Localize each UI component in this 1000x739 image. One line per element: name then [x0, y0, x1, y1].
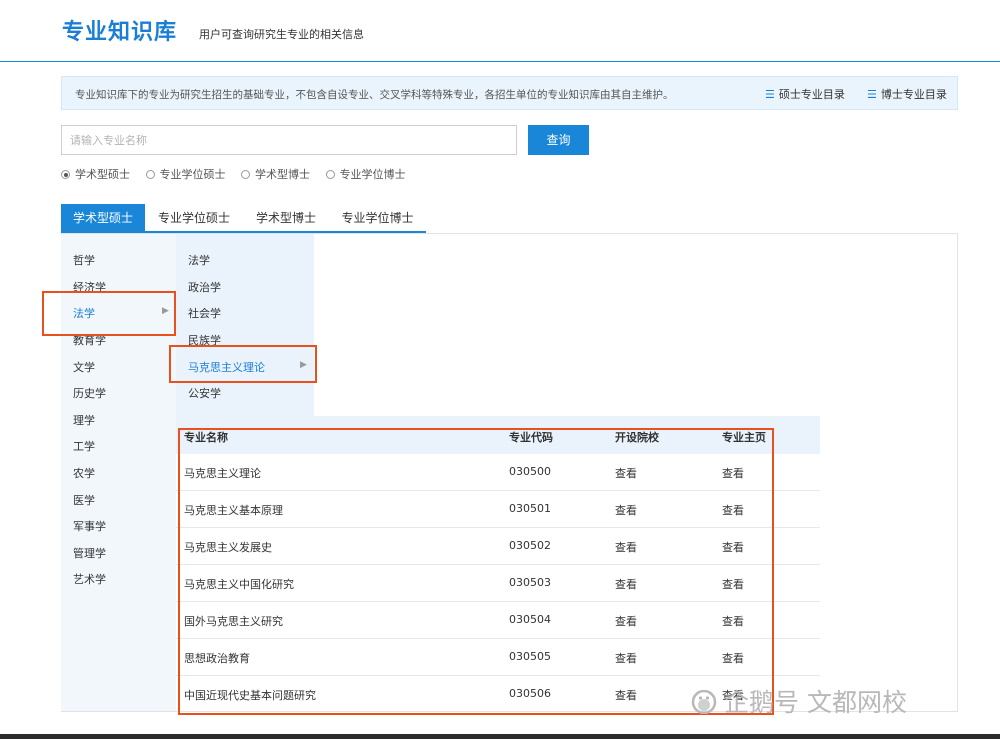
table-header: 专业名称 专业代码 开设院校 专业主页 [176, 416, 820, 454]
search-input[interactable] [61, 125, 517, 155]
radio-professional-doctor[interactable]: 专业学位博士 [325, 166, 406, 182]
penguin-icon [691, 690, 717, 714]
radio-academic-doctor[interactable]: 学术型博士 [241, 166, 310, 182]
major-code: 030505 [509, 650, 551, 663]
bottom-bar [0, 734, 1000, 739]
brand-title[interactable]: 专业知识库 [62, 14, 177, 46]
category-item[interactable]: 军事学 [73, 518, 106, 534]
category-item[interactable]: 文学 [73, 359, 95, 375]
radio-label: 专业学位硕士 [159, 168, 226, 181]
major-name: 中国近现代史基本问题研究 [184, 689, 316, 702]
view-homepage-link[interactable]: 查看 [722, 613, 744, 629]
view-homepage-link[interactable]: 查看 [722, 502, 744, 518]
category-item-active[interactable]: 法学 [73, 305, 95, 321]
column-header-name: 专业名称 [184, 431, 228, 444]
radio-dot [61, 170, 70, 179]
search-button[interactable]: 查询 [528, 125, 589, 155]
major-code: 030503 [509, 576, 551, 589]
major-name: 国外马克思主义研究 [184, 615, 283, 628]
subcategory-item-active[interactable]: 马克思主义理论 [188, 359, 265, 375]
category-item[interactable]: 医学 [73, 492, 95, 508]
view-homepage-link[interactable]: 查看 [722, 539, 744, 555]
column-header-homepage: 专业主页 [722, 431, 766, 444]
tab-academic-doctor[interactable]: 学术型博士 [243, 204, 329, 233]
radio-label: 专业学位博士 [339, 168, 406, 181]
category-item[interactable]: 艺术学 [73, 571, 106, 587]
subcategory-item[interactable]: 公安学 [188, 385, 221, 401]
notice-text: 专业知识库下的专业为研究生招生的基础专业，不包含自设专业、交叉学科等特殊专业，各… [75, 89, 674, 101]
major-name: 马克思主义发展史 [184, 541, 272, 554]
radio-dot [241, 170, 250, 179]
view-homepage-link[interactable]: 查看 [722, 576, 744, 592]
radio-dot [145, 170, 155, 179]
subcategory-item[interactable]: 政治学 [188, 279, 221, 295]
category-item[interactable]: 教育学 [73, 332, 106, 348]
category-item[interactable]: 历史学 [73, 385, 106, 401]
category-item[interactable]: 经济学 [73, 279, 106, 295]
master-catalog-label: 硕士专业目录 [778, 88, 845, 101]
major-name: 思想政治教育 [184, 652, 250, 665]
master-catalog-link[interactable]: ☰ 硕士专业目录 [765, 86, 845, 102]
view-schools-link[interactable]: 查看 [615, 650, 637, 666]
tab-professional-doctor[interactable]: 专业学位博士 [329, 204, 426, 233]
table-row: 马克思主义基本原理 030501 查看 查看 [176, 491, 820, 528]
view-homepage-link[interactable]: 查看 [722, 465, 744, 481]
list-icon: ☰ [867, 88, 877, 101]
category-item[interactable]: 农学 [73, 465, 95, 481]
table-row: 思想政治教育 030505 查看 查看 [176, 639, 820, 676]
caret-right-icon: ▶ [300, 360, 307, 370]
list-icon: ☰ [765, 88, 775, 101]
radio-dot [325, 170, 335, 179]
subcategory-item[interactable]: 法学 [188, 252, 210, 268]
view-schools-link[interactable]: 查看 [615, 539, 637, 555]
radio-label: 学术型硕士 [75, 168, 130, 181]
view-homepage-link[interactable]: 查看 [722, 650, 744, 666]
major-name: 马克思主义理论 [184, 467, 261, 480]
doctor-catalog-label: 博士专业目录 [880, 88, 947, 101]
doctor-catalog-link[interactable]: ☰ 博士专业目录 [867, 86, 947, 102]
column-header-schools: 开设院校 [615, 431, 659, 444]
radio-academic-master[interactable]: 学术型硕士 [61, 166, 130, 182]
major-code: 030504 [509, 613, 551, 626]
degree-radio-group: 学术型硕士 专业学位硕士 学术型博士 专业学位博士 [61, 166, 418, 182]
category-item[interactable]: 工学 [73, 438, 95, 454]
major-code: 030502 [509, 539, 551, 552]
subcategory-list: 法学 政治学 社会学 民族学 马克思主义理论 公安学 [176, 234, 314, 416]
radio-professional-master[interactable]: 专业学位硕士 [145, 166, 226, 182]
watermark: 企鹅号 文都网校 [688, 683, 907, 719]
column-header-code: 专业代码 [509, 431, 553, 444]
major-code: 030501 [509, 502, 551, 515]
watermark-text: 企鹅号 文都网校 [724, 688, 907, 717]
major-code: 030506 [509, 687, 551, 700]
category-item[interactable]: 管理学 [73, 545, 106, 561]
tab-professional-master[interactable]: 专业学位硕士 [145, 204, 243, 233]
category-item[interactable]: 哲学 [73, 252, 95, 268]
table-row: 马克思主义发展史 030502 查看 查看 [176, 528, 820, 565]
degree-tabs: 学术型硕士 专业学位硕士 学术型博士 专业学位博士 [61, 204, 426, 233]
caret-right-icon: ▶ [162, 306, 169, 316]
category-list: 哲学 经济学 法学 教育学 文学 历史学 理学 工学 农学 医学 军事学 管理学… [61, 234, 176, 711]
major-name: 马克思主义基本原理 [184, 504, 283, 517]
brand-subtitle: 用户可查询研究生专业的相关信息 [199, 28, 364, 41]
radio-label: 学术型博士 [255, 168, 310, 181]
major-name: 马克思主义中国化研究 [184, 578, 294, 591]
table-row: 马克思主义中国化研究 030503 查看 查看 [176, 565, 820, 602]
site-header: 专业知识库 用户可查询研究生专业的相关信息 [0, 0, 1000, 62]
subcategory-item[interactable]: 民族学 [188, 332, 221, 348]
view-schools-link[interactable]: 查看 [615, 465, 637, 481]
table-row: 马克思主义理论 030500 查看 查看 [176, 454, 820, 491]
view-schools-link[interactable]: 查看 [615, 502, 637, 518]
view-schools-link[interactable]: 查看 [615, 613, 637, 629]
view-schools-link[interactable]: 查看 [615, 576, 637, 592]
category-item[interactable]: 理学 [73, 412, 95, 428]
view-schools-link[interactable]: 查看 [615, 687, 637, 703]
notice-bar: 专业知识库下的专业为研究生招生的基础专业，不包含自设专业、交叉学科等特殊专业，各… [61, 76, 958, 110]
subcategory-item[interactable]: 社会学 [188, 305, 221, 321]
major-code: 030500 [509, 465, 551, 478]
table-row: 国外马克思主义研究 030504 查看 查看 [176, 602, 820, 639]
tab-academic-master[interactable]: 学术型硕士 [61, 204, 145, 233]
